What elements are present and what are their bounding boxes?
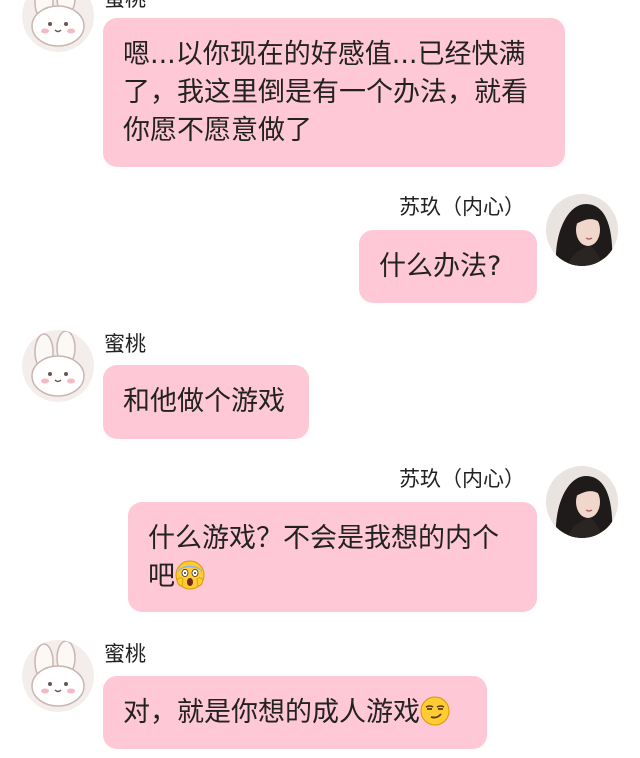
message-bubble[interactable]: 什么游戏？不会是我想的内个 吧 bbox=[128, 502, 537, 612]
message-text-line: 对，就是你想的成人游戏 bbox=[123, 694, 467, 732]
sender-name: 蜜桃 bbox=[104, 642, 146, 666]
user-name: 苏玖（内心） bbox=[399, 467, 525, 491]
message-text: 对，就是你想的成人游戏 bbox=[123, 697, 420, 728]
message-text: 吧 bbox=[148, 561, 175, 592]
message-text: 什么游戏？不会是我想的内个 bbox=[148, 523, 499, 554]
message-text: 什么办法? bbox=[379, 251, 502, 282]
sender-name: 蜜桃 bbox=[104, 0, 146, 12]
message-bubble[interactable]: 和他做个游戏 bbox=[103, 365, 309, 439]
smirking-face-icon bbox=[420, 696, 450, 726]
user-avatar[interactable] bbox=[546, 194, 618, 266]
bunny-avatar-icon bbox=[22, 0, 94, 52]
user-name: 苏玖（内心） bbox=[399, 195, 525, 219]
girl-avatar-icon bbox=[546, 466, 618, 538]
girl-avatar-icon bbox=[546, 194, 618, 266]
user-avatar[interactable] bbox=[546, 466, 618, 538]
message-text: 了，我这里倒是有一个办法，就看 bbox=[123, 77, 528, 108]
bunny-avatar-icon bbox=[22, 640, 94, 712]
sender-avatar[interactable] bbox=[22, 330, 94, 402]
message-text: 你愿不愿意做了 bbox=[123, 115, 312, 146]
message-text: 嗯...以你现在的好感值...已经快满 bbox=[123, 39, 526, 70]
message-bubble[interactable]: 什么办法? bbox=[359, 230, 537, 303]
sender-name: 蜜桃 bbox=[104, 332, 146, 356]
message-text: 和他做个游戏 bbox=[123, 386, 285, 417]
sender-avatar[interactable] bbox=[22, 0, 94, 52]
screaming-face-icon bbox=[175, 560, 205, 590]
message-bubble[interactable]: 嗯...以你现在的好感值...已经快满 了，我这里倒是有一个办法，就看 你愿不愿… bbox=[103, 18, 565, 167]
bunny-avatar-icon bbox=[22, 330, 94, 402]
message-bubble[interactable]: 对，就是你想的成人游戏 bbox=[103, 676, 487, 749]
message-text-line: 吧 bbox=[148, 558, 517, 596]
sender-avatar[interactable] bbox=[22, 640, 94, 712]
